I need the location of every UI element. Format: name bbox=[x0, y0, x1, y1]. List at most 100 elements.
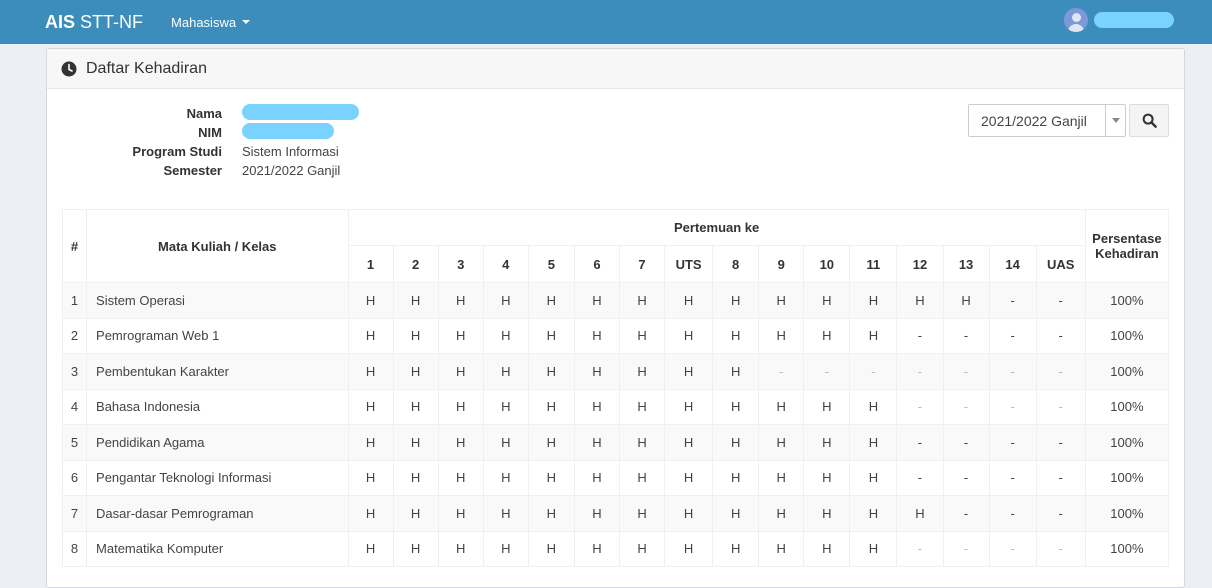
attendance-mark: H bbox=[664, 530, 714, 567]
row-number: 3 bbox=[61, 353, 88, 390]
attendance-mark: H bbox=[803, 459, 851, 496]
attendance-mark: - bbox=[1035, 424, 1086, 461]
attendance-mark: H bbox=[347, 459, 394, 496]
attendance-mark: - bbox=[896, 388, 944, 425]
attendance-mark: - bbox=[803, 353, 851, 390]
user-menu[interactable] bbox=[1064, 8, 1174, 32]
col-header-no: # bbox=[61, 209, 88, 283]
attendance-mark: H bbox=[392, 495, 439, 532]
attendance-mark: H bbox=[849, 495, 898, 532]
attendance-mark: H bbox=[849, 424, 898, 461]
attendance-percent: 100% bbox=[1084, 495, 1170, 532]
meeting-header-4: 4 bbox=[482, 245, 529, 283]
attendance-mark: - bbox=[942, 388, 990, 425]
attendance-mark: - bbox=[988, 282, 1037, 319]
attendance-mark: H bbox=[573, 424, 620, 461]
attendance-mark: - bbox=[988, 317, 1037, 354]
row-number: 8 bbox=[61, 530, 88, 567]
table-row: 8 Matematika Komputer H H H H H H H H H H H H - - - -100% bbox=[61, 530, 1170, 567]
attendance-mark: - bbox=[896, 317, 944, 354]
attendance-mark: - bbox=[988, 424, 1037, 461]
attendance-mark: H bbox=[758, 459, 805, 496]
attendance-mark: H bbox=[712, 495, 760, 532]
attendance-mark: - bbox=[942, 317, 990, 354]
attendance-mark: H bbox=[392, 282, 439, 319]
brand-logo[interactable]: AIS STT-NF bbox=[45, 12, 143, 33]
attendance-mark: H bbox=[392, 317, 439, 354]
attendance-mark: H bbox=[392, 530, 439, 567]
attendance-mark: H bbox=[664, 459, 714, 496]
attendance-percent: 100% bbox=[1084, 388, 1170, 425]
attendance-mark: H bbox=[527, 459, 575, 496]
meeting-header-11: 11 bbox=[849, 245, 898, 283]
attendance-mark: - bbox=[896, 530, 944, 567]
attendance-mark: H bbox=[573, 459, 620, 496]
clock-icon bbox=[61, 61, 77, 76]
attendance-mark: H bbox=[712, 424, 760, 461]
attendance-mark: H bbox=[712, 388, 760, 425]
course-name: Pemrograman Web 1 bbox=[86, 317, 349, 354]
attendance-mark: H bbox=[664, 353, 714, 390]
attendance-mark: - bbox=[758, 353, 805, 390]
attendance-mark: H bbox=[618, 530, 666, 567]
course-name: Bahasa Indonesia bbox=[86, 388, 349, 425]
attendance-mark: H bbox=[482, 388, 529, 425]
attendance-mark: - bbox=[942, 530, 990, 567]
attendance-mark: - bbox=[988, 459, 1037, 496]
nim-redacted bbox=[242, 123, 334, 139]
attendance-mark: H bbox=[618, 495, 666, 532]
attendance-mark: - bbox=[1035, 495, 1086, 532]
attendance-mark: H bbox=[712, 282, 760, 319]
attendance-mark: - bbox=[896, 353, 944, 390]
meeting-header-5: 5 bbox=[527, 245, 575, 283]
attendance-mark: H bbox=[437, 388, 484, 425]
col-header-course: Mata Kuliah / Kelas bbox=[86, 209, 349, 283]
course-name: Dasar-dasar Pemrograman bbox=[86, 495, 349, 532]
search-button[interactable] bbox=[1129, 104, 1169, 137]
attendance-mark: H bbox=[618, 282, 666, 319]
info-row-nama: Nama bbox=[47, 104, 359, 123]
semester-select[interactable]: 2021/2022 Ganjil bbox=[968, 104, 1126, 137]
course-name: Sistem Operasi bbox=[86, 282, 349, 319]
dropdown-arrow-icon[interactable] bbox=[1105, 105, 1125, 136]
attendance-mark: H bbox=[896, 495, 944, 532]
user-avatar-icon bbox=[1064, 8, 1088, 32]
user-name-redacted bbox=[1094, 12, 1174, 28]
mahasiswa-menu[interactable]: Mahasiswa bbox=[171, 15, 251, 30]
row-number: 4 bbox=[61, 388, 88, 425]
attendance-mark: H bbox=[803, 388, 851, 425]
semester-value: 2021/2022 Ganjil bbox=[242, 163, 341, 178]
attendance-mark: H bbox=[803, 530, 851, 567]
attendance-mark: - bbox=[942, 495, 990, 532]
attendance-mark: H bbox=[849, 317, 898, 354]
attendance-mark: H bbox=[618, 388, 666, 425]
course-name: Pengantar Teknologi Informasi bbox=[86, 459, 349, 496]
attendance-mark: H bbox=[849, 282, 898, 319]
attendance-mark: H bbox=[573, 495, 620, 532]
attendance-mark: H bbox=[347, 317, 394, 354]
attendance-mark: H bbox=[618, 317, 666, 354]
meeting-header-10: 10 bbox=[803, 245, 851, 283]
attendance-mark: H bbox=[527, 388, 575, 425]
attendance-mark: H bbox=[803, 495, 851, 532]
table-row: 7 Dasar-dasar Pemrograman H H H H H H H H H H H H H - - -… bbox=[61, 495, 1170, 532]
attendance-mark: H bbox=[758, 388, 805, 425]
attendance-mark: H bbox=[896, 282, 944, 319]
attendance-table: # Mata Kuliah / Kelas Pertemuan ke Perse… bbox=[61, 209, 1170, 567]
table-row: 1 Sistem Operasi H H H H H H H H H H H H H H - -100% bbox=[61, 282, 1170, 319]
attendance-mark: H bbox=[527, 495, 575, 532]
attendance-mark: - bbox=[988, 530, 1037, 567]
attendance-mark: H bbox=[758, 495, 805, 532]
row-number: 6 bbox=[61, 459, 88, 496]
meeting-header-6: 6 bbox=[573, 245, 620, 283]
attendance-mark: H bbox=[437, 282, 484, 319]
attendance-mark: H bbox=[392, 459, 439, 496]
col-header-meetings: Pertemuan ke bbox=[347, 209, 1086, 246]
attendance-mark: H bbox=[482, 353, 529, 390]
attendance-mark: H bbox=[664, 282, 714, 319]
nama-redacted bbox=[242, 104, 359, 120]
attendance-mark: H bbox=[482, 282, 529, 319]
meeting-header-12: 12 bbox=[896, 245, 944, 283]
attendance-mark: H bbox=[437, 353, 484, 390]
attendance-mark: - bbox=[942, 459, 990, 496]
